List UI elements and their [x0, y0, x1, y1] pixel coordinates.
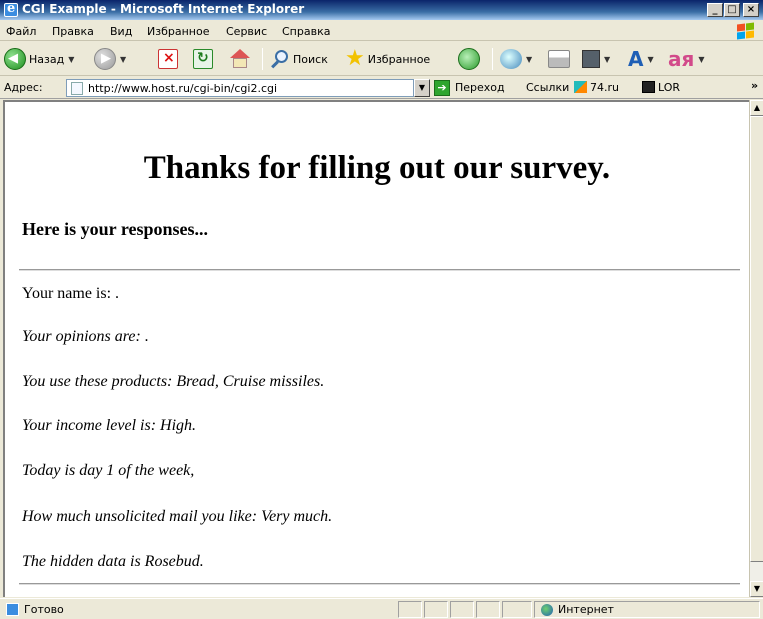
page-subheading: Here is your responses...: [22, 219, 209, 239]
status-cell: [398, 601, 422, 618]
page-viewport[interactable]: Thanks for filling out our survey. Here …: [3, 100, 749, 597]
search-icon: [270, 49, 290, 69]
status-cell: [450, 601, 474, 618]
encoding-button[interactable]: A ▼: [628, 46, 654, 72]
home-icon: [229, 49, 251, 69]
printer-icon: [548, 50, 570, 68]
favorites-label: Избранное: [367, 52, 431, 66]
menu-favorites[interactable]: Избранное: [147, 25, 209, 38]
star-icon: ★: [345, 46, 365, 71]
history-icon: [458, 48, 480, 70]
response-hidden: The hidden data is Rosebud.: [22, 553, 204, 570]
status-bar: Готово Интернет: [0, 598, 763, 619]
maximize-button[interactable]: □: [724, 3, 740, 17]
stop-icon: ×: [158, 49, 178, 69]
response-opinions: Your opinions are: .: [22, 328, 149, 345]
address-label: Адрес:: [4, 81, 43, 94]
link-74ru[interactable]: 74.ru: [574, 81, 619, 94]
mail-icon: [500, 49, 522, 69]
scroll-thumb[interactable]: [750, 116, 763, 562]
link-lor[interactable]: LOR: [642, 81, 680, 94]
address-url: http://www.host.ru/cgi-bin/cgi2.cgi: [88, 82, 278, 95]
toolbar-separator: [262, 48, 263, 70]
page-done-icon: [6, 603, 19, 616]
link-74ru-label: 74.ru: [590, 81, 619, 94]
chevron-down-icon[interactable]: ▼: [647, 55, 653, 64]
response-products: You use these products: Bread, Cruise mi…: [22, 373, 325, 390]
go-button[interactable]: Переход: [455, 81, 505, 94]
forward-arrow-icon: [94, 48, 116, 70]
link-lor-label: LOR: [658, 81, 681, 94]
menu-tools[interactable]: Сервис: [226, 25, 267, 38]
page-icon: [71, 82, 83, 95]
refresh-button[interactable]: ↻: [193, 46, 213, 72]
divider: [19, 583, 740, 585]
font-size-icon: A: [628, 47, 644, 71]
stop-button[interactable]: ×: [158, 46, 178, 72]
title-bar: CGI Example - Microsoft Internet Explore…: [0, 0, 763, 20]
chevron-down-icon[interactable]: ▼: [698, 55, 704, 64]
back-arrow-icon: [4, 48, 26, 70]
go-arrow-icon[interactable]: ➔: [434, 80, 450, 96]
toolbar-separator: [492, 48, 493, 70]
refresh-icon: ↻: [193, 49, 213, 69]
chevron-down-icon[interactable]: ▼: [604, 55, 610, 64]
response-income: Your income level is: High.: [22, 417, 197, 434]
menu-file[interactable]: Файл: [6, 25, 36, 38]
divider: [19, 269, 740, 271]
menu-bar: Файл Правка Вид Избранное Сервис Справка: [0, 21, 763, 41]
vertical-scrollbar[interactable]: ▲ ▼: [749, 100, 763, 597]
windows-logo-icon: [735, 22, 757, 40]
forward-button[interactable]: ▼: [94, 46, 126, 72]
minimize-button[interactable]: _: [707, 3, 723, 17]
bookmark-icon: [574, 81, 587, 93]
edit-button[interactable]: ▼: [582, 46, 610, 72]
print-button[interactable]: [548, 46, 570, 72]
home-button[interactable]: [229, 46, 251, 72]
menu-edit[interactable]: Правка: [52, 25, 94, 38]
scroll-up-button[interactable]: ▲: [750, 100, 763, 116]
response-day: Today is day 1 of the week,: [22, 462, 195, 479]
translate-icon: aя: [668, 47, 695, 71]
menu-help[interactable]: Справка: [282, 25, 330, 38]
chevron-down-icon[interactable]: ▼: [526, 55, 532, 64]
page-heading: Thanks for filling out our survey.: [143, 150, 611, 186]
ie-icon: [4, 1, 18, 17]
toolbar: Назад ▼ ▼ × ↻ Поиск ★ Избранное: [0, 42, 763, 76]
bookmark-icon: [642, 81, 655, 93]
back-label: Назад: [29, 52, 65, 66]
translate-button[interactable]: aя ▼: [668, 46, 705, 72]
address-bar: Адрес: http://www.host.ru/cgi-bin/cgi2.c…: [0, 77, 763, 99]
status-cell: [502, 601, 532, 618]
menu-view[interactable]: Вид: [110, 25, 132, 38]
chevron-down-icon[interactable]: ▼: [68, 55, 74, 64]
zone-label: Интернет: [558, 603, 614, 616]
history-button[interactable]: [458, 46, 480, 72]
back-button[interactable]: Назад ▼: [4, 46, 74, 72]
close-button[interactable]: ×: [743, 3, 759, 17]
response-name: Your name is: .: [22, 285, 120, 302]
response-mail: How much unsolicited mail you like: Very…: [22, 508, 333, 525]
status-cell: [424, 601, 448, 618]
window-title: CGI Example - Microsoft Internet Explore…: [22, 2, 305, 16]
status-cell: [476, 601, 500, 618]
links-overflow-button[interactable]: »: [751, 79, 758, 92]
search-button[interactable]: Поиск: [270, 46, 328, 72]
search-label: Поиск: [293, 52, 328, 66]
edit-icon: [582, 50, 600, 68]
status-text: Готово: [24, 603, 64, 616]
links-label: Ссылки: [526, 81, 570, 94]
mail-button[interactable]: ▼: [500, 46, 532, 72]
scroll-down-button[interactable]: ▼: [750, 581, 763, 597]
chevron-down-icon[interactable]: ▼: [120, 55, 126, 64]
globe-icon: [541, 604, 553, 616]
address-input[interactable]: http://www.host.ru/cgi-bin/cgi2.cgi: [66, 79, 414, 97]
address-dropdown-button[interactable]: ▼: [414, 79, 430, 97]
favorites-button[interactable]: ★ Избранное: [345, 46, 430, 72]
